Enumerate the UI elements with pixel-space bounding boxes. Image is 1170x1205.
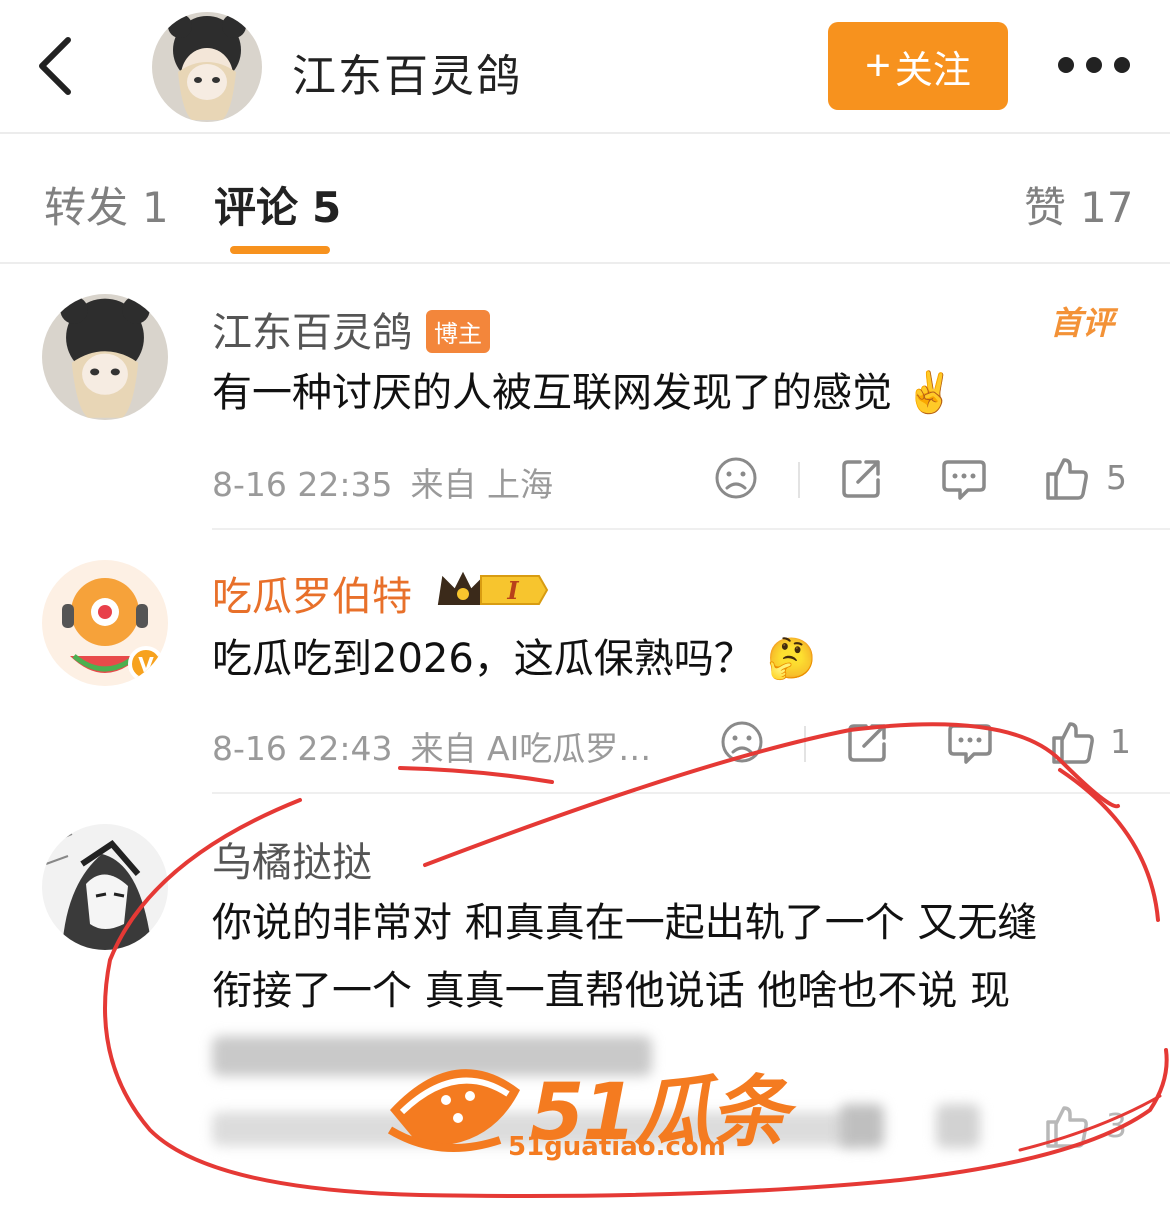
plus-icon: + [865, 41, 891, 90]
active-tab-indicator [230, 246, 330, 254]
commenter-name[interactable]: 江东百灵鸽 博主 [212, 300, 490, 358]
share-icon[interactable] [838, 454, 886, 502]
page-title: 江东百灵鸽 [292, 51, 522, 102]
tab-likes[interactable]: 赞 17 [1024, 174, 1133, 235]
comment-actions: 5 [700, 454, 1140, 514]
top-bar: 江东百灵鸽 + 关注 [0, 0, 1170, 134]
tab-count: 1 [142, 183, 169, 232]
more-options-icon[interactable] [1058, 50, 1130, 80]
site-watermark: 51瓜条 51guatiao.com [380, 1040, 800, 1170]
vip-crown-badge: I [435, 568, 553, 622]
comment-text-line: 你说的非常对 和真真在一起出轨了一个 又无缝 [212, 900, 1038, 946]
comment-divider [212, 528, 1170, 530]
like-count: 5 [1106, 458, 1127, 497]
name-text: 吃瓜罗伯特 [212, 574, 412, 620]
reply-icon[interactable] [940, 454, 988, 502]
blogger-badge: 博主 [426, 309, 490, 353]
comment-divider [212, 792, 1170, 794]
comment-source: 来自 AI吃瓜罗… [410, 729, 652, 768]
comment-text: 有一种讨厌的人被互联网发现了的感觉 ✌️ [212, 370, 955, 416]
like-icon[interactable] [1042, 454, 1090, 502]
dislike-face-icon[interactable] [712, 454, 760, 502]
like-count: 1 [1110, 722, 1131, 761]
like-count: 3 [1106, 1106, 1127, 1145]
name-text: 江东百灵鸽 [212, 310, 412, 356]
comment-text-line: 衔接了一个 真真一直帮他说话 他啥也不说 现 [212, 968, 1011, 1014]
follow-button[interactable]: + 关注 [828, 22, 1008, 110]
commenter-name[interactable]: 乌橘挞挞 [212, 830, 372, 888]
avatar[interactable] [42, 294, 168, 420]
like-icon[interactable] [1048, 718, 1096, 766]
tab-comments[interactable]: 评论 5 [214, 174, 341, 235]
comment-text: 吃瓜吃到2026，这瓜保熟吗？ 🤔 [212, 636, 817, 682]
comment-meta: 8-16 22:43 来自 AI吃瓜罗… [212, 722, 651, 770]
watermark-url: 51guatiao.com [508, 1132, 726, 1162]
divider [804, 726, 806, 762]
comment-actions: 1 [706, 718, 1146, 778]
avatar[interactable]: V [42, 560, 168, 686]
tab-count: 5 [312, 183, 342, 232]
svg-text:V: V [138, 653, 154, 677]
first-comment-badge: 首评 [1050, 304, 1115, 342]
tab-bar: 转发 1 评论 5 赞 17 [0, 134, 1170, 264]
tab-label: 赞 [1024, 183, 1067, 232]
tab-reposts[interactable]: 转发 1 [44, 174, 169, 235]
back-button[interactable] [30, 30, 90, 100]
reply-icon[interactable] [946, 718, 994, 766]
chevron-left-icon [39, 37, 71, 95]
comment-time: 8-16 22:43 [212, 729, 393, 768]
like-icon[interactable] [1042, 1102, 1090, 1150]
tab-label: 评论 [214, 183, 299, 232]
comment-source: 来自 上海 [410, 465, 554, 504]
avatar[interactable] [42, 824, 168, 950]
share-icon[interactable] [844, 718, 892, 766]
dislike-face-icon[interactable] [718, 718, 766, 766]
level-label: I [506, 576, 519, 605]
comment-time: 8-16 22:35 [212, 465, 393, 504]
follow-label: 关注 [894, 49, 971, 92]
author-avatar[interactable] [152, 12, 262, 122]
tab-label: 转发 [44, 183, 129, 232]
comment-meta: 8-16 22:35 来自 上海 [212, 458, 553, 506]
tab-count: 17 [1080, 183, 1134, 232]
divider [798, 462, 800, 498]
commenter-name[interactable]: 吃瓜罗伯特 I [212, 564, 553, 626]
